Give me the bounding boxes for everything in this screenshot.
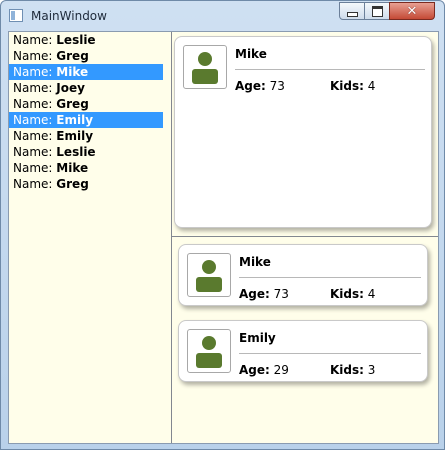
main-window: MainWindow ✕ Name: Leslie Name: Greg Name:… — [0, 0, 445, 450]
person-name: Greg — [56, 49, 89, 63]
list-item[interactable]: Name: Greg — [9, 48, 163, 64]
name-label: Name: — [13, 49, 53, 63]
window-title: MainWindow — [31, 9, 107, 23]
close-icon: ✕ — [406, 3, 418, 19]
list-item[interactable]: Name: Joey — [9, 80, 163, 96]
name-label: Name: — [13, 129, 53, 143]
person-age: Age: 73 — [235, 79, 285, 93]
list-item[interactable]: Name: Leslie — [9, 32, 163, 48]
avatar — [187, 329, 231, 373]
details-pane: Mike Age: 73 Kids: 4 Mike Age: 73 Kids: … — [172, 32, 438, 443]
list-item[interactable]: Name: Greg — [9, 176, 163, 192]
name-label: Name: — [13, 177, 53, 191]
client-area: Name: Leslie Name: Greg Name: Mike Name: Jo… — [8, 31, 439, 444]
minimize-icon — [346, 11, 358, 17]
person-name: Joey — [56, 81, 85, 95]
list-item[interactable]: Name: Greg — [9, 96, 163, 112]
name-label: Name: — [13, 145, 53, 159]
list-item[interactable]: Name: Emily — [9, 112, 163, 128]
person-kids: Kids: 3 — [330, 363, 376, 377]
person-age: Age: 73 — [239, 287, 289, 301]
list-item[interactable]: Name: Mike — [9, 64, 163, 80]
avatar — [183, 45, 227, 89]
person-name: Emily — [56, 113, 94, 127]
person-name: Emily — [56, 129, 94, 143]
divider — [239, 277, 421, 278]
window-icon[interactable] — [9, 9, 23, 22]
list-item[interactable]: Name: Leslie — [9, 144, 163, 160]
name-label: Name: — [13, 97, 53, 111]
divider — [235, 69, 425, 70]
person-icon — [196, 336, 222, 368]
minimize-button[interactable] — [339, 2, 365, 20]
person-icon — [192, 52, 218, 84]
person-name: Mike — [239, 255, 271, 269]
person-kids: Kids: 4 — [330, 79, 376, 93]
person-icon — [196, 260, 222, 292]
divider — [239, 353, 421, 354]
person-kids: Kids: 4 — [330, 287, 376, 301]
person-card[interactable]: Emily Age: 29 Kids: 3 — [178, 320, 428, 382]
person-name: Mike — [56, 65, 89, 79]
selected-person-card: Mike Age: 73 Kids: 4 — [174, 36, 432, 228]
name-label: Name: — [13, 161, 53, 175]
person-name: Leslie — [56, 33, 96, 47]
grid-splitter[interactable] — [163, 32, 172, 443]
name-label: Name: — [13, 81, 53, 95]
person-name: Mike — [235, 47, 267, 61]
maximize-icon — [371, 5, 383, 17]
maximize-button[interactable] — [364, 2, 390, 20]
person-card[interactable]: Mike Age: 73 Kids: 4 — [178, 244, 428, 306]
title-bar[interactable]: MainWindow ✕ — [1, 1, 444, 31]
list-item[interactable]: Name: Mike — [9, 160, 163, 176]
person-name: Greg — [56, 177, 89, 191]
name-label: Name: — [13, 65, 53, 79]
name-label: Name: — [13, 113, 53, 127]
person-name: Leslie — [56, 145, 96, 159]
person-name: Emily — [239, 331, 276, 345]
person-name: Greg — [56, 97, 89, 111]
person-name: Mike — [56, 161, 89, 175]
name-label: Name: — [13, 33, 53, 47]
horizontal-separator — [172, 236, 438, 237]
people-listbox[interactable]: Name: Leslie Name: Greg Name: Mike Name: Jo… — [9, 32, 164, 443]
close-button[interactable]: ✕ — [389, 2, 435, 20]
avatar — [187, 253, 231, 297]
person-age: Age: 29 — [239, 363, 289, 377]
list-item[interactable]: Name: Emily — [9, 128, 163, 144]
